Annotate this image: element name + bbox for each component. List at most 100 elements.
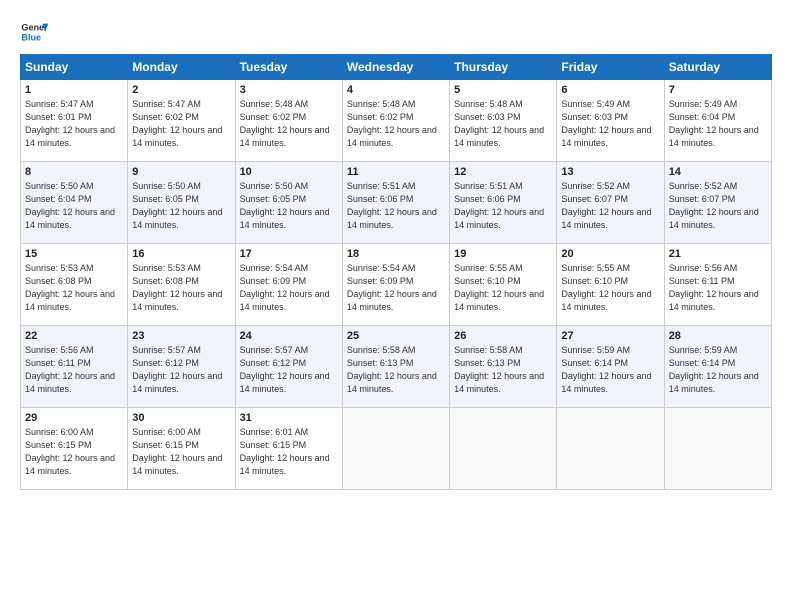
day-number: 20 bbox=[561, 248, 659, 260]
day-info: Sunrise: 5:49 AMSunset: 6:03 PMDaylight:… bbox=[561, 98, 659, 150]
day-info: Sunrise: 5:52 AMSunset: 6:07 PMDaylight:… bbox=[669, 180, 767, 232]
calendar-cell: 23Sunrise: 5:57 AMSunset: 6:12 PMDayligh… bbox=[128, 326, 235, 408]
calendar-cell: 13Sunrise: 5:52 AMSunset: 6:07 PMDayligh… bbox=[557, 162, 664, 244]
calendar-cell: 14 Sunrise: 5:52 AMSunset: 6:07 PMDayligh… bbox=[664, 162, 771, 244]
calendar-week-row: 8 Sunrise: 5:50 AMSunset: 6:04 PMDaylight… bbox=[21, 162, 772, 244]
day-number: 24 bbox=[240, 330, 338, 342]
calendar-cell: 21 Sunrise: 5:56 AMSunset: 6:11 PMDayligh… bbox=[664, 244, 771, 326]
day-info: Sunrise: 5:52 AMSunset: 6:07 PMDaylight:… bbox=[561, 180, 659, 232]
calendar-cell bbox=[450, 408, 557, 490]
day-info: Sunrise: 5:54 AMSunset: 6:09 PMDaylight:… bbox=[240, 262, 338, 314]
calendar-cell: 1 Sunrise: 5:47 AMSunset: 6:01 PMDaylight… bbox=[21, 80, 128, 162]
calendar-cell: 10 Sunrise: 5:50 AMSunset: 6:05 PMDayligh… bbox=[235, 162, 342, 244]
calendar-header-row: SundayMondayTuesdayWednesdayThursdayFrid… bbox=[21, 55, 772, 80]
day-number: 14 bbox=[669, 166, 767, 178]
calendar-cell: 31Sunrise: 6:01 AMSunset: 6:15 PMDayligh… bbox=[235, 408, 342, 490]
day-info: Sunrise: 5:56 AMSunset: 6:11 PMDaylight:… bbox=[669, 262, 767, 314]
calendar-week-row: 22 Sunrise: 5:56 AMSunset: 6:11 PMDayligh… bbox=[21, 326, 772, 408]
calendar-cell: 30 Sunrise: 6:00 AMSunset: 6:15 PMDayligh… bbox=[128, 408, 235, 490]
calendar-cell: 4Sunrise: 5:48 AMSunset: 6:02 PMDaylight… bbox=[342, 80, 449, 162]
day-info: Sunrise: 5:47 AMSunset: 6:02 PMDaylight:… bbox=[132, 98, 230, 150]
day-info: Sunrise: 5:54 AMSunset: 6:09 PMDaylight:… bbox=[347, 262, 445, 314]
header-cell-friday: Friday bbox=[557, 55, 664, 80]
day-number: 29 bbox=[25, 412, 123, 424]
day-number: 26 bbox=[454, 330, 552, 342]
day-number: 7 bbox=[669, 84, 767, 96]
calendar-cell: 18Sunrise: 5:54 AMSunset: 6:09 PMDayligh… bbox=[342, 244, 449, 326]
day-number: 10 bbox=[240, 166, 338, 178]
day-info: Sunrise: 5:49 AMSunset: 6:04 PMDaylight:… bbox=[669, 98, 767, 150]
day-info: Sunrise: 5:48 AMSunset: 6:03 PMDaylight:… bbox=[454, 98, 552, 150]
calendar-cell: 9Sunrise: 5:50 AMSunset: 6:05 PMDaylight… bbox=[128, 162, 235, 244]
day-number: 28 bbox=[669, 330, 767, 342]
day-info: Sunrise: 5:50 AMSunset: 6:04 PMDaylight:… bbox=[25, 180, 123, 232]
day-number: 8 bbox=[25, 166, 123, 178]
calendar-cell: 28 Sunrise: 5:59 AMSunset: 6:14 PMDayligh… bbox=[664, 326, 771, 408]
day-number: 15 bbox=[25, 248, 123, 260]
day-info: Sunrise: 5:55 AMSunset: 6:10 PMDaylight:… bbox=[454, 262, 552, 314]
day-number: 25 bbox=[347, 330, 445, 342]
calendar-cell: 24 Sunrise: 5:57 AMSunset: 6:12 PMDayligh… bbox=[235, 326, 342, 408]
day-number: 17 bbox=[240, 248, 338, 260]
svg-text:Blue: Blue bbox=[21, 32, 41, 42]
day-number: 27 bbox=[561, 330, 659, 342]
calendar-cell bbox=[557, 408, 664, 490]
calendar-week-row: 15 Sunrise: 5:53 AMSunset: 6:08 PMDayligh… bbox=[21, 244, 772, 326]
day-info: Sunrise: 5:48 AMSunset: 6:02 PMDaylight:… bbox=[240, 98, 338, 150]
calendar-cell: 29 Sunrise: 6:00 AMSunset: 6:15 PMDayligh… bbox=[21, 408, 128, 490]
header-cell-thursday: Thursday bbox=[450, 55, 557, 80]
calendar-cell: 5 Sunrise: 5:48 AMSunset: 6:03 PMDaylight… bbox=[450, 80, 557, 162]
day-number: 5 bbox=[454, 84, 552, 96]
day-number: 21 bbox=[669, 248, 767, 260]
day-info: Sunrise: 5:50 AMSunset: 6:05 PMDaylight:… bbox=[132, 180, 230, 232]
day-number: 11 bbox=[347, 166, 445, 178]
calendar-cell bbox=[664, 408, 771, 490]
day-number: 6 bbox=[561, 84, 659, 96]
day-number: 19 bbox=[454, 248, 552, 260]
day-number: 3 bbox=[240, 84, 338, 96]
header-cell-monday: Monday bbox=[128, 55, 235, 80]
header-cell-sunday: Sunday bbox=[21, 55, 128, 80]
calendar-week-row: 29 Sunrise: 6:00 AMSunset: 6:15 PMDayligh… bbox=[21, 408, 772, 490]
day-number: 1 bbox=[25, 84, 123, 96]
day-info: Sunrise: 5:56 AMSunset: 6:11 PMDaylight:… bbox=[25, 344, 123, 396]
page: General Blue SundayMondayTuesdayWednesda… bbox=[0, 0, 792, 612]
logo-icon: General Blue bbox=[20, 18, 48, 46]
calendar-cell bbox=[342, 408, 449, 490]
day-info: Sunrise: 5:59 AMSunset: 6:14 PMDaylight:… bbox=[561, 344, 659, 396]
day-info: Sunrise: 5:50 AMSunset: 6:05 PMDaylight:… bbox=[240, 180, 338, 232]
day-info: Sunrise: 6:01 AMSunset: 6:15 PMDaylight:… bbox=[240, 426, 338, 478]
day-info: Sunrise: 5:47 AMSunset: 6:01 PMDaylight:… bbox=[25, 98, 123, 150]
calendar-cell: 6 Sunrise: 5:49 AMSunset: 6:03 PMDaylight… bbox=[557, 80, 664, 162]
day-info: Sunrise: 6:00 AMSunset: 6:15 PMDaylight:… bbox=[25, 426, 123, 478]
day-info: Sunrise: 5:51 AMSunset: 6:06 PMDaylight:… bbox=[454, 180, 552, 232]
calendar-cell: 20 Sunrise: 5:55 AMSunset: 6:10 PMDayligh… bbox=[557, 244, 664, 326]
day-info: Sunrise: 5:53 AMSunset: 6:08 PMDaylight:… bbox=[132, 262, 230, 314]
calendar-cell: 27 Sunrise: 5:59 AMSunset: 6:14 PMDayligh… bbox=[557, 326, 664, 408]
day-info: Sunrise: 5:53 AMSunset: 6:08 PMDaylight:… bbox=[25, 262, 123, 314]
calendar-cell: 8 Sunrise: 5:50 AMSunset: 6:04 PMDaylight… bbox=[21, 162, 128, 244]
header-cell-tuesday: Tuesday bbox=[235, 55, 342, 80]
calendar-cell: 12Sunrise: 5:51 AMSunset: 6:06 PMDayligh… bbox=[450, 162, 557, 244]
calendar-week-row: 1 Sunrise: 5:47 AMSunset: 6:01 PMDaylight… bbox=[21, 80, 772, 162]
day-number: 22 bbox=[25, 330, 123, 342]
day-info: Sunrise: 5:57 AMSunset: 6:12 PMDaylight:… bbox=[132, 344, 230, 396]
header-cell-wednesday: Wednesday bbox=[342, 55, 449, 80]
header-cell-saturday: Saturday bbox=[664, 55, 771, 80]
day-info: Sunrise: 5:51 AMSunset: 6:06 PMDaylight:… bbox=[347, 180, 445, 232]
calendar-cell: 17 Sunrise: 5:54 AMSunset: 6:09 PMDayligh… bbox=[235, 244, 342, 326]
day-number: 4 bbox=[347, 84, 445, 96]
day-info: Sunrise: 5:57 AMSunset: 6:12 PMDaylight:… bbox=[240, 344, 338, 396]
calendar-cell: 11 Sunrise: 5:51 AMSunset: 6:06 PMDayligh… bbox=[342, 162, 449, 244]
calendar-cell: 7 Sunrise: 5:49 AMSunset: 6:04 PMDaylight… bbox=[664, 80, 771, 162]
day-info: Sunrise: 5:55 AMSunset: 6:10 PMDaylight:… bbox=[561, 262, 659, 314]
calendar-cell: 22 Sunrise: 5:56 AMSunset: 6:11 PMDayligh… bbox=[21, 326, 128, 408]
day-info: Sunrise: 5:59 AMSunset: 6:14 PMDaylight:… bbox=[669, 344, 767, 396]
logo: General Blue bbox=[20, 18, 48, 46]
calendar-cell: 19 Sunrise: 5:55 AMSunset: 6:10 PMDayligh… bbox=[450, 244, 557, 326]
day-info: Sunrise: 5:58 AMSunset: 6:13 PMDaylight:… bbox=[454, 344, 552, 396]
header: General Blue bbox=[20, 18, 772, 46]
day-info: Sunrise: 6:00 AMSunset: 6:15 PMDaylight:… bbox=[132, 426, 230, 478]
day-info: Sunrise: 5:58 AMSunset: 6:13 PMDaylight:… bbox=[347, 344, 445, 396]
day-number: 30 bbox=[132, 412, 230, 424]
